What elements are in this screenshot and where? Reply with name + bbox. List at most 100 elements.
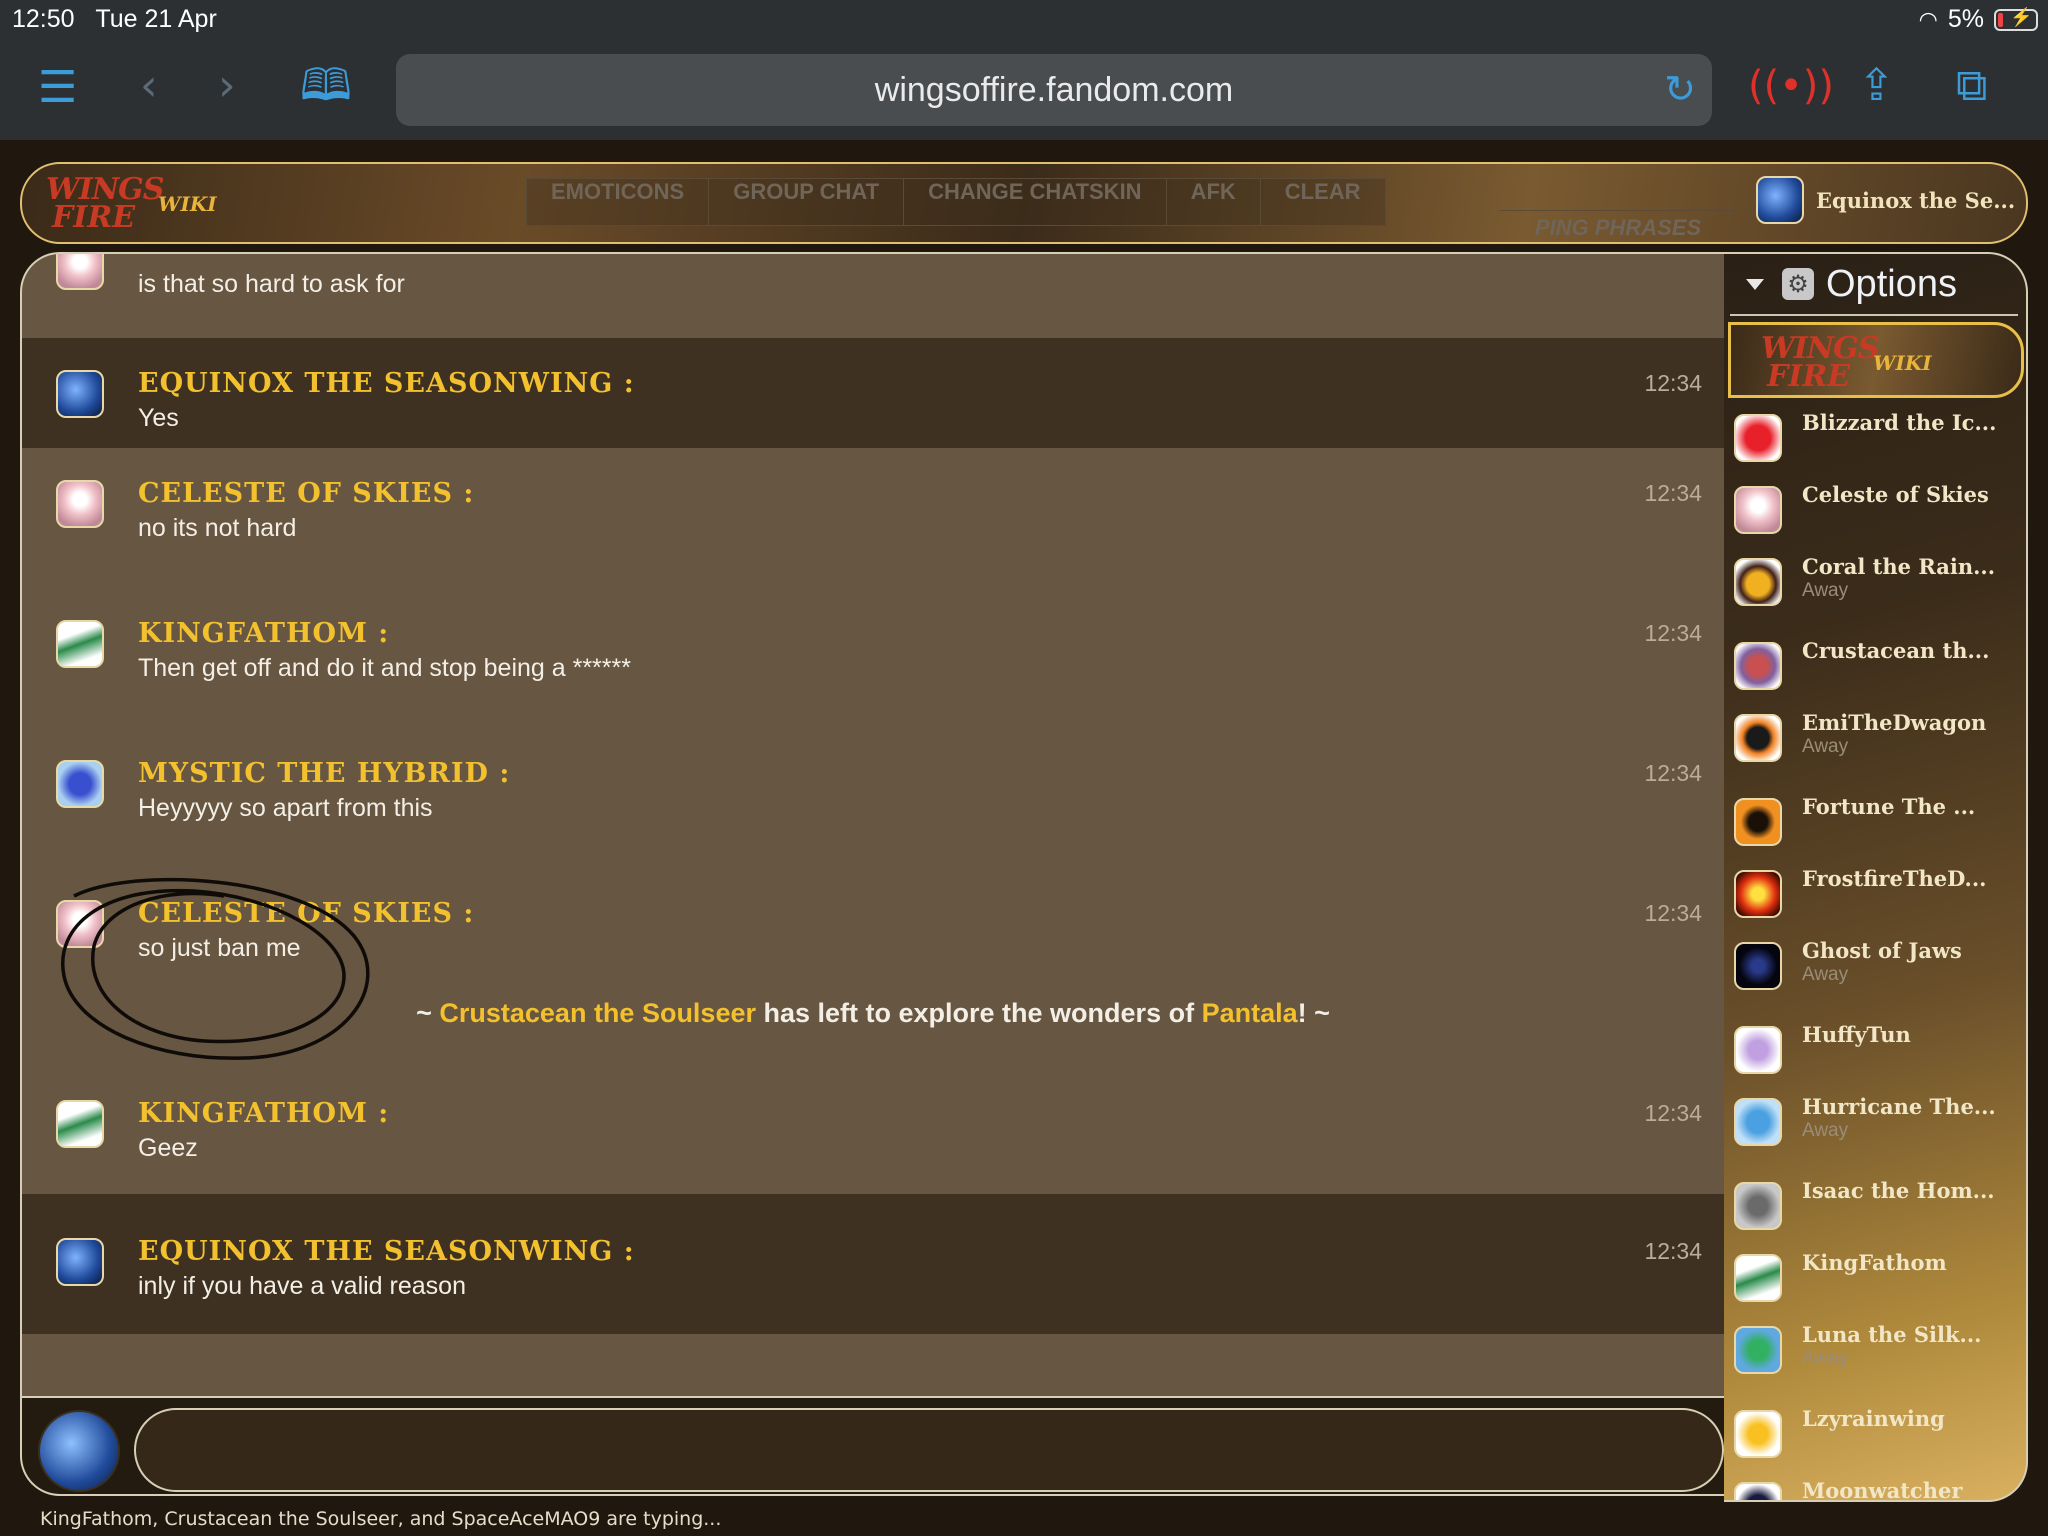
system-place-link[interactable]: Pantala bbox=[1202, 998, 1298, 1028]
reload-icon[interactable]: ↻ bbox=[1664, 54, 1696, 126]
chat-message: EQUINOX THE SEASONWING : Yes 12:34 bbox=[22, 338, 1724, 448]
wifi-icon: ◠ bbox=[1918, 6, 1938, 32]
logo-line-2: FIRE bbox=[1767, 359, 1851, 394]
message-avatar[interactable] bbox=[56, 1238, 104, 1286]
battery-icon: ⚡ bbox=[1994, 7, 2038, 31]
message-text: is that so hard to ask for bbox=[138, 270, 405, 298]
user-list-item[interactable]: Moonwatcher bbox=[1724, 1472, 2024, 1502]
message-username[interactable]: EQUINOX THE SEASONWING : bbox=[138, 1236, 635, 1267]
wiki-banner[interactable]: WINGS FIRE WIKI bbox=[1728, 322, 2024, 398]
message-avatar[interactable] bbox=[56, 620, 104, 668]
user-avatar bbox=[1734, 1026, 1782, 1074]
user-avatar bbox=[1734, 1254, 1782, 1302]
user-list-item[interactable]: Blizzard the Ic... bbox=[1724, 404, 2024, 474]
message-username[interactable]: EQUINOX THE SEASONWING : bbox=[138, 368, 635, 399]
user-list-item[interactable]: KingFathom bbox=[1724, 1244, 2024, 1314]
user-avatar bbox=[1734, 1410, 1782, 1458]
logo-line-2: FIRE bbox=[52, 200, 136, 235]
message-avatar[interactable] bbox=[56, 370, 104, 418]
message-list[interactable]: is that so hard to ask for EQUINOX THE S… bbox=[20, 252, 1724, 1398]
user-list-item[interactable]: Ghost of Jaws Away bbox=[1724, 932, 2024, 1002]
system-suffix: ! ~ bbox=[1297, 998, 1330, 1028]
system-prefix: ~ bbox=[416, 998, 440, 1028]
chat-message: KINGFATHOM : Then get off and do it and … bbox=[22, 588, 1724, 728]
share-icon[interactable]: ⇪ bbox=[1858, 64, 1895, 108]
bookmarks-icon[interactable]: 🕮 bbox=[300, 64, 352, 108]
self-user-name: Equinox the Se... bbox=[1816, 187, 2016, 213]
browser-toolbar: ☰ ‹ › 🕮 wingsoffire.fandom.com ↻ ((•)) ⇪… bbox=[0, 40, 2048, 140]
user-avatar bbox=[1734, 1326, 1782, 1374]
message-time: 12:34 bbox=[1644, 1100, 1702, 1126]
user-list-item[interactable]: Lzyrainwing bbox=[1724, 1400, 2024, 1470]
emoticons-button[interactable]: EMOTICONS bbox=[527, 179, 710, 225]
user-name: Moonwatcher bbox=[1802, 1478, 1963, 1502]
collapse-triangle-icon[interactable] bbox=[1746, 278, 1764, 290]
self-user[interactable]: Equinox the Se... bbox=[1756, 176, 2015, 224]
message-username[interactable]: KINGFATHOM : bbox=[138, 618, 389, 649]
system-middle: has left to explore the wonders of bbox=[756, 998, 1202, 1028]
message-text: Heyyyyy so apart from this bbox=[138, 794, 433, 822]
user-status: Away bbox=[1802, 1120, 1849, 1141]
change-chatskin-button[interactable]: CHANGE CHATSKIN bbox=[904, 179, 1167, 225]
address-bar[interactable]: wingsoffire.fandom.com ↻ bbox=[396, 54, 1712, 126]
message-time: 12:34 bbox=[1644, 370, 1702, 396]
message-text: Then get off and do it and stop being a … bbox=[138, 654, 631, 682]
message-username[interactable]: CELESTE OF SKIES : bbox=[138, 478, 474, 509]
message-text: inly if you have a valid reason bbox=[138, 1272, 466, 1300]
message-time: 12:34 bbox=[1644, 480, 1702, 506]
tabs-icon[interactable]: ⧉ bbox=[1956, 64, 1987, 108]
message-username[interactable]: MYSTIC THE HYBRID : bbox=[138, 758, 510, 789]
clear-button[interactable]: CLEAR bbox=[1260, 179, 1385, 225]
user-name: Fortune The ... bbox=[1802, 794, 1976, 819]
message-avatar[interactable] bbox=[56, 1100, 104, 1148]
menu-icon[interactable]: ☰ bbox=[38, 66, 77, 110]
broadcast-icon[interactable]: ((•)) bbox=[1748, 66, 1834, 106]
user-name: Celeste of Skies bbox=[1802, 482, 1989, 507]
hand-drawn-circle-annotation bbox=[61, 877, 370, 1060]
chat-message: MYSTIC THE HYBRID : Heyyyyy so apart fro… bbox=[22, 728, 1724, 868]
message-time: 12:34 bbox=[1644, 620, 1702, 646]
user-list-item[interactable]: Luna the Silk... Away bbox=[1724, 1316, 2024, 1386]
user-list-item[interactable]: Crustacean th... bbox=[1724, 632, 2024, 702]
user-name: EmiTheDwagon bbox=[1802, 710, 1987, 735]
user-list-item[interactable]: Fortune The ... bbox=[1724, 788, 2024, 858]
message-avatar[interactable] bbox=[56, 254, 104, 290]
afk-button[interactable]: AFK bbox=[1166, 179, 1261, 225]
gear-icon[interactable]: ⚙ bbox=[1782, 268, 1814, 300]
user-list-item[interactable]: FrostfireTheD... bbox=[1724, 860, 2024, 930]
status-bar: 12:50 Tue 21 Apr ◠ 5% ⚡ bbox=[0, 0, 2048, 40]
user-name: HuffyTun bbox=[1802, 1022, 1911, 1047]
user-list-item[interactable]: Hurricane The... Away bbox=[1724, 1088, 2024, 1158]
url-text: wingsoffire.fandom.com bbox=[874, 71, 1234, 109]
message-avatar[interactable] bbox=[56, 480, 104, 528]
user-name: Luna the Silk... bbox=[1802, 1322, 1982, 1347]
self-avatar-large[interactable] bbox=[38, 1410, 120, 1492]
logo-line-3: WIKI bbox=[1873, 351, 1932, 375]
message-username[interactable]: KINGFATHOM : bbox=[138, 1098, 389, 1129]
back-icon[interactable]: ‹ bbox=[140, 64, 158, 108]
group-chat-button[interactable]: GROUP CHAT bbox=[709, 179, 905, 225]
user-list-item[interactable]: EmiTheDwagon Away bbox=[1724, 704, 2024, 774]
message-text: Geez bbox=[138, 1134, 198, 1162]
chat-header: WINGS FIRE WIKI EMOTICONS GROUP CHAT CHA… bbox=[20, 162, 2028, 244]
logo-line-3: WIKI bbox=[158, 192, 217, 216]
system-user-link[interactable]: Crustacean the Soulseer bbox=[439, 998, 756, 1028]
chat-message: EQUINOX THE SEASONWING : inly if you hav… bbox=[22, 1194, 1724, 1334]
forward-icon[interactable]: › bbox=[218, 64, 236, 108]
user-list-item[interactable]: HuffyTun bbox=[1724, 1016, 2024, 1086]
message-avatar[interactable] bbox=[56, 760, 104, 808]
user-list-item[interactable]: Celeste of Skies bbox=[1724, 476, 2024, 546]
message-time: 12:34 bbox=[1644, 760, 1702, 786]
user-list-item[interactable]: Isaac the Hom... bbox=[1724, 1172, 2024, 1242]
options-label: Options bbox=[1826, 262, 1957, 305]
user-list-item[interactable]: Coral the Rain... Away bbox=[1724, 548, 2024, 618]
chat-message: CELESTE OF SKIES : no its not hard 12:34 bbox=[22, 448, 1724, 588]
message-input[interactable] bbox=[134, 1408, 1724, 1492]
options-toggle[interactable]: ⚙ Options bbox=[1724, 254, 2024, 314]
user-status: Away bbox=[1802, 736, 1849, 757]
chat-message: KINGFATHOM : Geez 12:34 bbox=[22, 1054, 1724, 1194]
wiki-logo[interactable]: WINGS FIRE WIKI bbox=[46, 170, 236, 235]
battery-indicator: ◠ 5% ⚡ bbox=[1919, 5, 2038, 34]
user-avatar bbox=[1734, 798, 1782, 846]
ping-phrases-button[interactable]: PING PHRASES bbox=[1500, 210, 1736, 244]
